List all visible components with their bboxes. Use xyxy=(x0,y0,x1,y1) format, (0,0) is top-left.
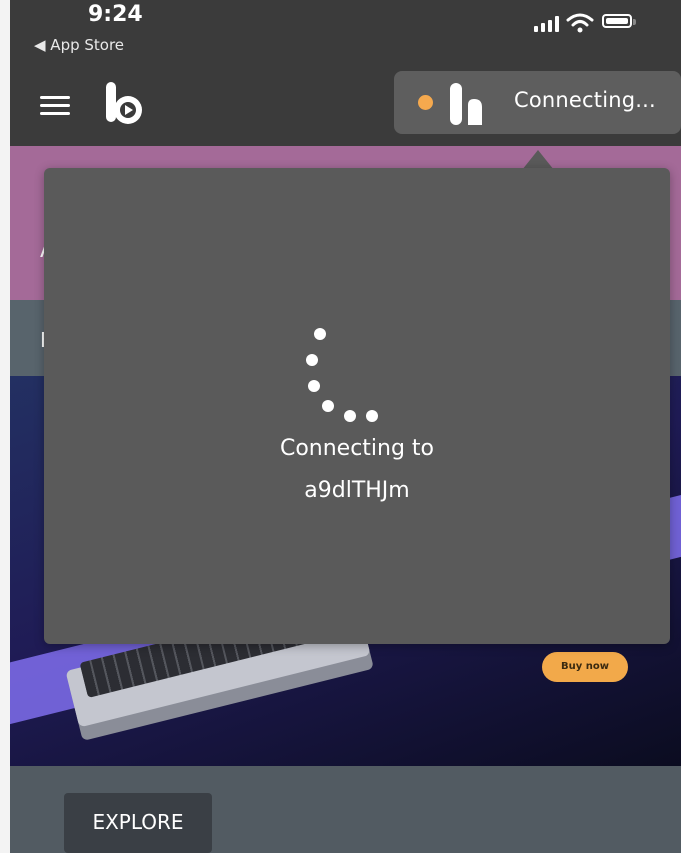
status-time: 9:24 xyxy=(88,2,143,27)
loading-spinner-icon xyxy=(292,324,382,424)
wifi-icon xyxy=(566,13,594,33)
app-header: Connecting... xyxy=(10,58,681,146)
battery-cap xyxy=(633,19,636,25)
battery-icon xyxy=(602,14,632,28)
connection-status-label: Connecting... xyxy=(514,88,656,112)
cellular-signal-icon xyxy=(534,16,560,32)
status-bar: 9:24 ◀ App Store xyxy=(10,0,681,58)
hamburger-menu-icon[interactable] xyxy=(40,96,72,116)
cast-device-icon xyxy=(450,83,482,125)
connection-status-dot xyxy=(418,95,433,110)
back-to-app-store-link[interactable]: ◀ App Store xyxy=(34,36,124,54)
explore-button[interactable]: EXPLORE xyxy=(64,793,212,853)
popover-caret xyxy=(522,150,554,170)
buy-now-button[interactable]: Buy now xyxy=(542,652,628,682)
phone-screen: 9:24 ◀ App Store Connecting... Buy now E… xyxy=(10,0,681,853)
connecting-message: Connecting to xyxy=(279,436,435,461)
device-code: a9dlTHJm xyxy=(304,478,410,503)
connecting-modal: Connecting to a9dlTHJm xyxy=(44,168,670,644)
connection-status-button[interactable]: Connecting... xyxy=(394,71,681,134)
bottom-bar: EXPLORE xyxy=(10,766,681,853)
app-logo xyxy=(106,82,142,124)
